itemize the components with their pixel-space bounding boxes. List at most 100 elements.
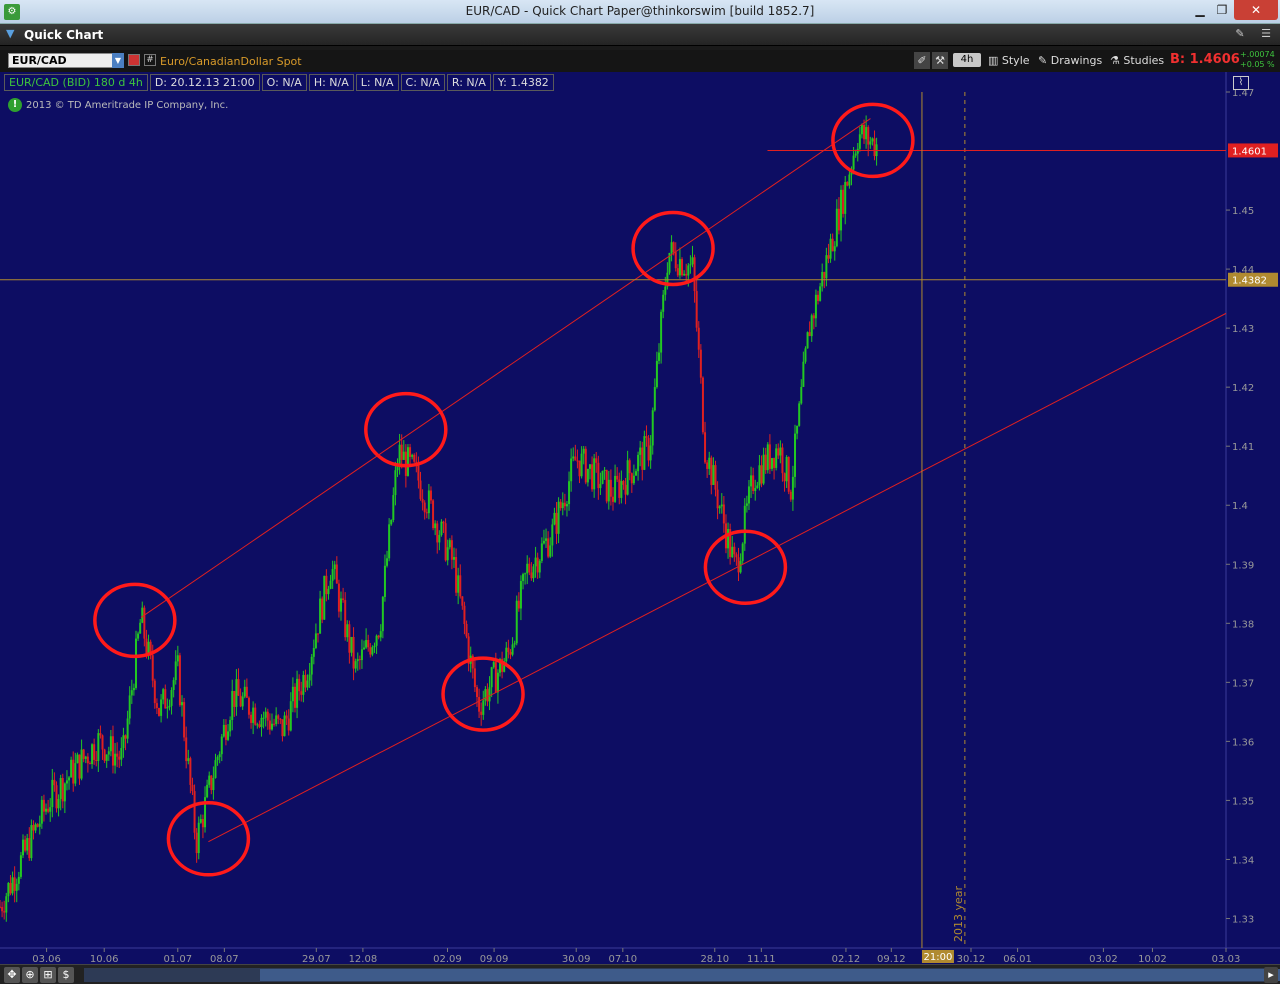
candle-body [555,512,558,534]
symbol-input[interactable]: EUR/CAD [8,53,124,68]
candle-body [693,257,696,292]
candle-body [224,724,227,740]
candle-body [496,672,499,693]
candle-body [210,775,213,791]
candle-body [618,479,621,498]
candle-body [19,855,22,877]
zoom-fit-icon[interactable]: ⊞ [40,967,56,983]
x-tick-label: 12.08 [349,954,378,964]
candle-body [11,877,14,894]
y-tick-label: 1.37 [1232,678,1254,689]
x-tick-label: 09.09 [480,954,509,964]
candle-body [273,723,276,725]
candle-body [547,538,550,557]
copyright-text: 2013 © TD Ameritrade IP Company, Inc. [26,99,229,111]
symbol-dropdown-icon[interactable]: ▼ [112,53,124,68]
candle-body [80,749,83,779]
candle-body [511,644,514,655]
scrollbar-thumb[interactable] [260,969,1280,981]
style-button[interactable]: ▥ Style [988,52,1030,69]
candle-body [168,705,171,708]
chart-settings-icon[interactable]: ⌇ [1233,76,1249,90]
candle-body [478,697,481,712]
zoom-in-icon[interactable]: ⊕ [22,967,38,983]
candle-body [488,687,491,702]
price-chart[interactable]: 1.33 1.34 1.35 1.36 1.37 1.38 1.39 1.4 1.41 1.42 1… [0,72,1280,964]
candle-body [413,454,416,462]
candle-body [360,649,363,661]
pin-icon[interactable]: ✎ [1232,27,1248,43]
candle-body [404,451,407,476]
hash-icon[interactable]: # [144,54,156,66]
candle-body [187,758,190,762]
candle-body [42,799,45,812]
candle-body [840,189,843,231]
candle-body [371,647,374,655]
close-icon[interactable]: ✕ [1234,0,1278,20]
x-tick-label: 01.07 [163,954,192,964]
x-tick-label: 03.06 [32,954,61,964]
candle-body [718,506,721,509]
candle-body [197,822,200,854]
candle-body [270,723,273,730]
collapse-chevron-icon[interactable]: ▼ [6,27,14,40]
candle-body [107,751,110,755]
candle-body [865,127,868,140]
candle-body [331,569,334,581]
candle-body [777,448,780,456]
candle-body [189,758,192,785]
y-tick-label: 1.45 [1232,206,1254,217]
candle-body [764,454,767,471]
candle-body [750,475,753,487]
candle-body [781,447,784,474]
candle-body [116,753,119,757]
candle-body [582,448,585,454]
candle-body [15,883,18,891]
candle-body [34,824,37,831]
candle-body [354,661,357,669]
drawing-tool-icon[interactable]: ✐ [914,52,930,69]
chart-area[interactable]: 1.33 1.34 1.35 1.36 1.37 1.38 1.39 1.4 1.41 1.42 1… [0,72,1280,964]
candle-body [647,437,650,461]
candle-body [599,483,602,489]
candle-body [710,457,713,485]
candle-body [227,731,230,740]
candle-body [639,447,642,455]
candle-body [352,636,355,669]
candle-body [383,565,386,597]
candle-body [241,696,244,707]
candle-body [425,512,428,514]
candle-body [856,148,859,154]
candle-body [553,512,556,525]
candle-body [327,588,330,595]
drawings-button[interactable]: ✎ Drawings [1038,52,1102,69]
maximize-icon[interactable]: ❐ [1208,0,1236,20]
x-tick-label: 30.12 [957,954,986,964]
title-bar: ⚙ EUR/CAD - Quick Chart Paper@thinkorswi… [0,0,1280,24]
wrench-icon[interactable]: ⚒ [932,52,948,69]
menu-icon[interactable]: ☰ [1258,27,1274,43]
time-scrollbar[interactable] [84,968,1280,982]
candle-body [507,647,510,652]
candle-body [871,138,874,142]
scroll-right-icon[interactable]: ▸ [1264,967,1278,983]
dollar-icon[interactable]: $ [58,967,74,983]
candle-body [298,678,301,692]
candle-body [183,702,186,738]
candle-body [258,724,261,727]
candle-body [151,655,154,681]
candle-body [787,456,790,492]
studies-button[interactable]: ⚗ Studies [1110,52,1164,69]
style-icon: ▥ [988,54,1002,67]
candle-body [268,720,271,730]
candle-body [557,501,560,534]
candle-body [201,819,204,828]
color-link-icon[interactable] [128,54,140,66]
candle-body [134,638,137,688]
zoom-out-icon[interactable]: ✥ [4,967,20,983]
candle-body [827,255,830,259]
candle-body [141,607,144,623]
aggregation-selector[interactable]: 4h [953,53,981,67]
candle-body [105,754,108,761]
candle-body [561,502,564,509]
